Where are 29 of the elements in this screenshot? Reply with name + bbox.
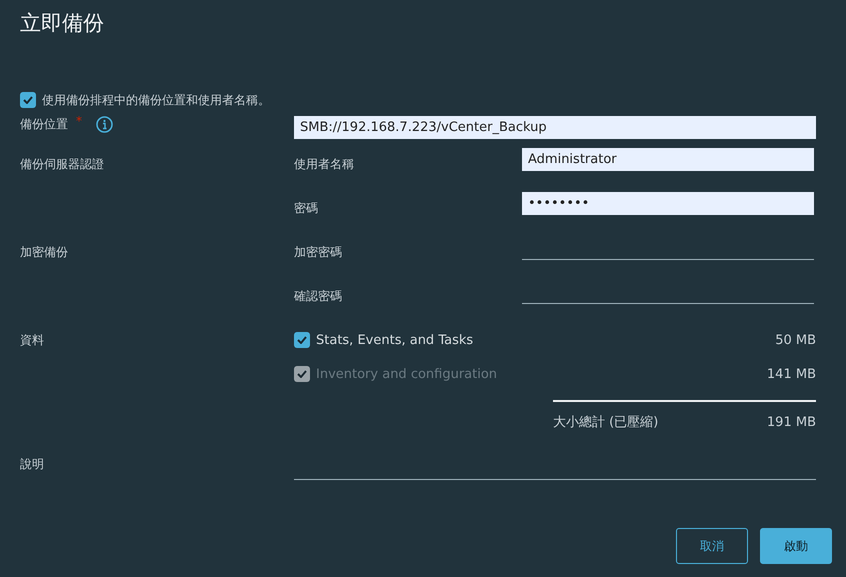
username-field[interactable]: Administrator bbox=[522, 148, 814, 171]
check-icon bbox=[297, 336, 307, 344]
field-label: 使用者名稱 bbox=[294, 156, 355, 173]
total-label: 大小總計 (已壓縮) bbox=[553, 414, 658, 431]
info-icon[interactable] bbox=[96, 116, 113, 133]
check-icon bbox=[297, 370, 307, 378]
cancel-button[interactable]: 取消 bbox=[676, 528, 748, 564]
backup-location-field[interactable]: SMB://192.168.7.223/vCenter_Backup bbox=[294, 116, 816, 139]
data-size: 141 MB bbox=[766, 366, 816, 382]
start-button[interactable]: 啟動 bbox=[760, 528, 832, 564]
checkbox[interactable] bbox=[294, 332, 310, 348]
field-label: 密碼 bbox=[294, 200, 319, 217]
field-label: 說明 bbox=[20, 456, 44, 473]
checkbox-label: 使用備份排程中的備份位置和使用者名稱。 bbox=[42, 92, 270, 108]
required-mark: * bbox=[76, 114, 82, 128]
data-size: 50 MB bbox=[775, 332, 816, 348]
password-field[interactable]: •••••••• bbox=[522, 192, 814, 215]
total-size: 191 MB bbox=[766, 414, 816, 430]
field-label: 加密密碼 bbox=[294, 244, 343, 261]
section-label: 加密備份 bbox=[20, 244, 68, 261]
checkbox-label: Stats, Events, and Tasks bbox=[316, 332, 474, 348]
dialog-title: 立即備份 bbox=[20, 10, 104, 37]
section-label: 備份伺服器認證 bbox=[20, 156, 104, 173]
section-label: 資料 bbox=[20, 332, 44, 349]
check-icon bbox=[23, 96, 33, 104]
field-label: 備份位置 bbox=[20, 116, 68, 133]
field-label: 確認密碼 bbox=[294, 288, 343, 305]
checkbox-label: Inventory and configuration bbox=[316, 366, 498, 382]
checkbox[interactable] bbox=[20, 92, 36, 108]
